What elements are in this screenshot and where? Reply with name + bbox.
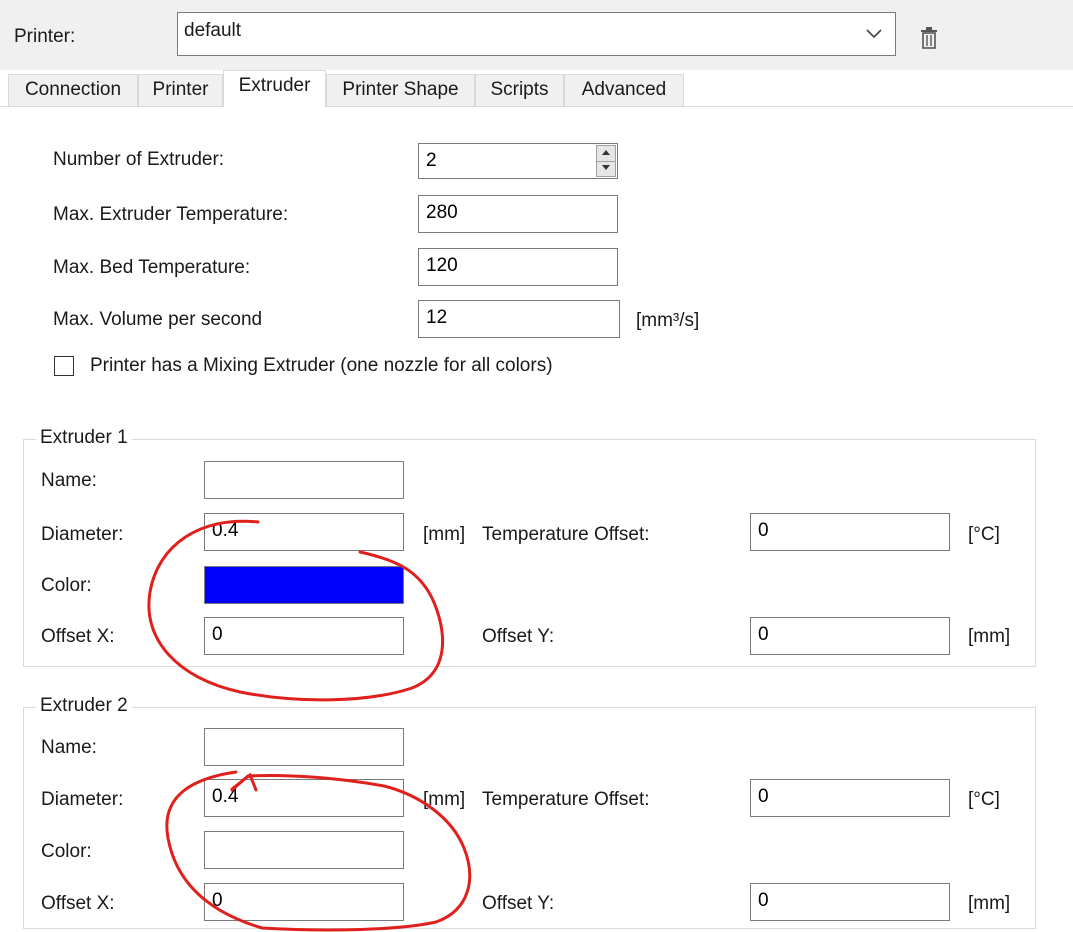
extruder-1-title: Extruder 1 — [36, 426, 132, 450]
printer-label: Printer: — [14, 26, 76, 47]
extruder-2-offset-unit: [mm] — [968, 893, 1011, 914]
extruder-1-offset-x-input[interactable]: 0 — [204, 617, 404, 655]
extruder-2-offset-y-input[interactable]: 0 — [750, 883, 950, 921]
extruder-1-temp-offset-label: Temperature Offset: — [482, 524, 650, 545]
extruder-2-color-label: Color: — [41, 841, 92, 862]
extruder-2-diameter-unit: [mm] — [423, 789, 466, 810]
extruder-2-offset-x-input[interactable]: 0 — [204, 883, 404, 921]
tab-label: Connection — [24, 79, 122, 100]
extruder-1-offset-y-input[interactable]: 0 — [750, 617, 950, 655]
extruder-2-offset-y-label: Offset Y: — [482, 893, 555, 914]
settings-tab-bar: Connection Printer Extruder Printer Shap… — [0, 70, 1073, 107]
max-volume-label: Max. Volume per second — [53, 309, 263, 330]
extruder-1-temp-offset-unit: [°C] — [968, 524, 1000, 545]
extruder-2-name-label: Name: — [41, 737, 97, 758]
max-extruder-temp-input[interactable]: 280 — [418, 195, 618, 233]
extruder-2-temp-offset-input[interactable]: 0 — [750, 779, 950, 817]
tab-label: Printer — [152, 79, 209, 100]
extruder-1-temp-offset-input[interactable]: 0 — [750, 513, 950, 551]
tab-label: Printer Shape — [342, 79, 459, 100]
max-extruder-temp-label: Max. Extruder Temperature: — [53, 204, 289, 225]
extruder-2-name-input[interactable] — [204, 728, 404, 766]
tab-scripts[interactable]: Scripts — [475, 74, 564, 106]
extruder-1-color-label: Color: — [41, 575, 92, 596]
extruder-1-offset-unit: [mm] — [968, 626, 1011, 647]
tab-label: Extruder — [238, 75, 311, 96]
extruder-1-offset-y-label: Offset Y: — [482, 626, 555, 647]
max-bed-temp-label: Max. Bed Temperature: — [53, 257, 251, 278]
tab-label: Advanced — [581, 79, 667, 100]
max-bed-temp-input[interactable]: 120 — [418, 248, 618, 286]
extruder-2-title: Extruder 2 — [36, 694, 132, 718]
trash-icon[interactable] — [918, 26, 940, 50]
extruder-2-offset-x-label: Offset X: — [41, 893, 115, 914]
extruder-2-color-swatch[interactable] — [204, 831, 404, 869]
extruder-1-name-input[interactable] — [204, 461, 404, 499]
extruder-2-diameter-input[interactable]: 0.4 — [204, 779, 404, 817]
tab-printer[interactable]: Printer — [138, 74, 223, 106]
extruder-1-offset-x-label: Offset X: — [41, 626, 115, 647]
tab-label: Scripts — [490, 79, 549, 100]
spinner-arrows-icon[interactable] — [596, 145, 616, 177]
tab-printer-shape[interactable]: Printer Shape — [326, 74, 475, 106]
tab-connection[interactable]: Connection — [8, 74, 138, 106]
printer-combobox[interactable]: default — [177, 12, 896, 56]
spin-up-button[interactable] — [597, 146, 615, 162]
chevron-down-icon[interactable] — [865, 27, 883, 41]
extruder-1-diameter-label: Diameter: — [41, 524, 124, 545]
printer-combobox-value: default — [184, 20, 242, 41]
max-volume-unit: [mm³/s] — [636, 310, 700, 331]
num-extruder-input[interactable]: 2 — [418, 143, 618, 179]
mixing-extruder-label: Printer has a Mixing Extruder (one nozzl… — [90, 355, 553, 376]
extruder-1-color-swatch[interactable] — [204, 566, 404, 604]
extruder-1-name-label: Name: — [41, 470, 97, 491]
mixing-extruder-checkbox[interactable] — [54, 356, 74, 376]
extruder-2-diameter-label: Diameter: — [41, 789, 124, 810]
spin-down-button[interactable] — [597, 161, 615, 176]
num-extruder-label: Number of Extruder: — [53, 149, 225, 170]
max-volume-input[interactable]: 12 — [418, 300, 620, 338]
extruder-1-diameter-input[interactable]: 0.4 — [204, 513, 404, 551]
tab-advanced[interactable]: Advanced — [564, 74, 684, 106]
extruder-2-temp-offset-unit: [°C] — [968, 789, 1000, 810]
tab-extruder[interactable]: Extruder — [223, 70, 326, 107]
extruder-2-temp-offset-label: Temperature Offset: — [482, 789, 650, 810]
extruder-1-diameter-unit: [mm] — [423, 524, 466, 545]
